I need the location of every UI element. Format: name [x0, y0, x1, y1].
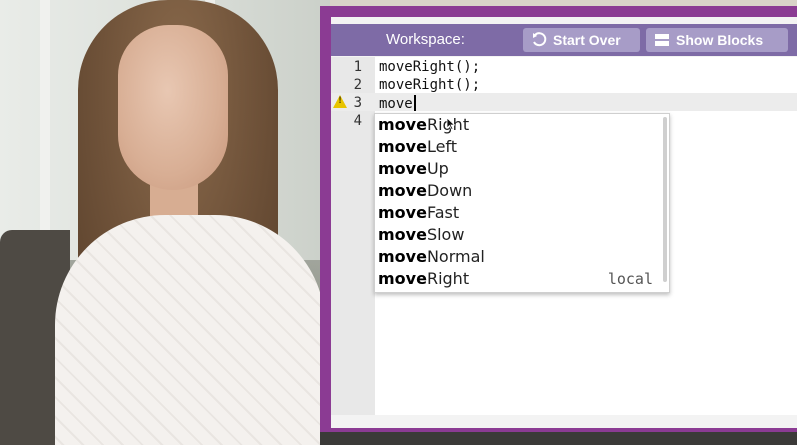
autocomplete-item[interactable]: moveRight local [378, 268, 663, 290]
item-prefix: move [378, 269, 427, 288]
code-line[interactable]: moveRight(); [379, 77, 480, 93]
item-suffix: Right [426, 269, 470, 288]
item-suffix: Fast [426, 203, 460, 222]
warning-icon-mark: ! [338, 96, 343, 106]
autocomplete-item[interactable]: moveLeft [378, 136, 663, 158]
window-mullion [40, 0, 50, 260]
presenter-face [118, 25, 228, 190]
autocomplete-popup: moveRight moveLeft moveUp moveDown moveF… [374, 113, 670, 293]
item-suffix: Slow [426, 225, 465, 244]
item-prefix: move [378, 159, 427, 178]
presenter-video [0, 0, 330, 445]
item-prefix: move [378, 225, 427, 244]
line-number: 4 [353, 113, 362, 129]
code-line[interactable]: moveRight(); [379, 59, 480, 75]
code-line-current[interactable]: move [379, 95, 416, 112]
show-blocks-label: Show Blocks [676, 32, 764, 48]
autocomplete-item[interactable]: moveDown [378, 180, 663, 202]
item-suffix: Up [426, 159, 449, 178]
item-prefix: move [378, 247, 427, 266]
autocomplete-item[interactable]: moveFast [378, 202, 663, 224]
workspace-title: Workspace: [386, 31, 465, 48]
presenter-blouse [55, 215, 325, 445]
autocomplete-item[interactable]: moveRight [378, 114, 663, 136]
mouse-cursor-icon [446, 117, 456, 133]
autocomplete-item[interactable]: moveNormal [378, 246, 663, 268]
bottom-bar [320, 432, 797, 445]
item-suffix: Left [426, 137, 458, 156]
line-number: 1 [353, 59, 362, 75]
item-prefix: move [378, 203, 427, 222]
item-prefix: move [378, 181, 427, 200]
autocomplete-item[interactable]: moveSlow [378, 224, 663, 246]
item-suffix: Down [426, 181, 473, 200]
autocomplete-scrollbar[interactable] [663, 117, 667, 282]
item-meta: local [607, 270, 653, 288]
line-number: 2 [353, 77, 362, 93]
show-blocks-button[interactable]: Show Blocks [646, 28, 788, 52]
start-over-button[interactable]: Start Over [523, 28, 640, 52]
blocks-icon [654, 32, 670, 48]
undo-icon [531, 32, 547, 48]
code-line-text: move [379, 96, 413, 112]
item-prefix: move [378, 115, 427, 134]
text-cursor [413, 95, 416, 111]
autocomplete-item[interactable]: moveUp [378, 158, 663, 180]
item-prefix: move [378, 137, 427, 156]
item-suffix: Normal [426, 247, 485, 266]
start-over-label: Start Over [553, 32, 621, 48]
